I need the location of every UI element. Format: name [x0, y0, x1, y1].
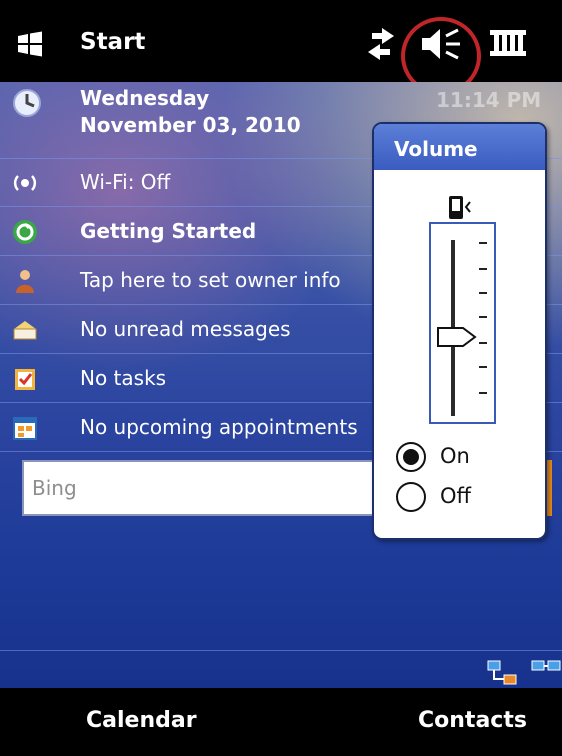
wifi-icon: [13, 175, 37, 191]
radio-on[interactable]: [396, 442, 426, 472]
tasks-label: No tasks: [80, 366, 167, 390]
owner-icon: [16, 270, 34, 293]
day-text: Wednesday: [80, 86, 210, 110]
owner-info-label: Tap here to set owner info: [80, 268, 341, 292]
today-screen: Start Wednesday November 03, 2010 11:14 …: [0, 0, 562, 756]
calendar-icon: [13, 417, 37, 440]
tasks-icon: [15, 369, 35, 390]
volume-slider[interactable]: [429, 222, 496, 424]
start-label[interactable]: Start: [80, 29, 145, 55]
phone-speaker-icon: [449, 196, 471, 219]
radio-selected-dot: [403, 449, 419, 465]
search-placeholder: Bing: [32, 476, 77, 500]
network-icon[interactable]: [486, 659, 518, 687]
volume-popup: Volume On Off: [372, 122, 547, 540]
clock-icon: [13, 89, 41, 117]
slider-tick: [479, 292, 487, 294]
softkey-left-calendar[interactable]: Calendar: [86, 708, 197, 733]
volume-header: Volume: [374, 124, 545, 170]
slider-tick: [479, 316, 487, 318]
network-icon[interactable]: [530, 659, 562, 687]
getting-started-label: Getting Started: [80, 219, 257, 243]
title-bar: Start: [0, 0, 562, 95]
slider-tick: [479, 342, 487, 344]
mail-icon: [13, 321, 37, 340]
radio-off-label: Off: [440, 484, 471, 508]
windows-flag-icon[interactable]: [16, 30, 44, 58]
date-text: November 03, 2010: [80, 113, 301, 137]
slider-tick: [479, 268, 487, 270]
softkey-bar: Calendar Contacts: [0, 688, 562, 756]
appointments-label: No upcoming appointments: [80, 415, 358, 439]
wifi-label: Wi-Fi: Off: [80, 170, 171, 194]
notification-strip: [0, 650, 562, 689]
radio-on-label: On: [440, 444, 470, 468]
slider-tick: [479, 242, 487, 244]
slider-tick: [479, 366, 487, 368]
sync-icon[interactable]: [366, 24, 396, 64]
radio-off[interactable]: [396, 482, 426, 512]
softkey-right-contacts[interactable]: Contacts: [418, 708, 527, 733]
messages-label: No unread messages: [80, 317, 291, 341]
slider-thumb[interactable]: [437, 326, 477, 348]
volume-title: Volume: [394, 137, 478, 161]
getting-started-icon: [13, 220, 37, 244]
slider-tick: [479, 392, 487, 394]
battery-icon[interactable]: [490, 30, 526, 56]
time-text: 11:14 PM: [436, 88, 542, 112]
